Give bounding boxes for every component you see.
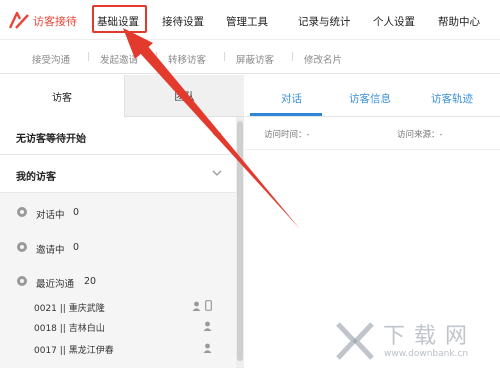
status-label: 邀请中 — [36, 245, 65, 256]
status-count: 0 — [73, 242, 80, 253]
chat-panel-tabs: 对话 访客信息 访客轨迹 — [245, 75, 500, 117]
status-chatting[interactable]: 对话中 0 — [0, 198, 236, 228]
highlight-box — [92, 5, 147, 33]
nav-personal-settings[interactable]: 个人设置 — [373, 14, 415, 29]
action-toolbar: 接受沟通 | 发起邀请 | 转移访客 | 屏蔽访客 | 修改名片 — [0, 40, 500, 74]
my-visitors-section-header[interactable]: 我的访客 — [0, 155, 236, 193]
watermark-logo-icon — [336, 322, 374, 360]
nav-reception-settings[interactable]: 接待设置 — [162, 14, 204, 29]
visitor-panel: 访客 团队 无访客等待开始 我的访客 对话中 0 邀请中 0 最近沟通 20 0… — [0, 75, 244, 368]
tab-conversation[interactable]: 对话 — [281, 91, 302, 106]
watermark-url: www.downbank.cn — [384, 349, 469, 359]
status-recent[interactable]: 最近沟通 20 — [0, 267, 236, 297]
status-inviting[interactable]: 邀请中 0 — [0, 233, 236, 263]
accept-chat-button[interactable]: 接受沟通 — [32, 52, 70, 66]
status-count: 20 — [84, 276, 97, 287]
status-label: 对话中 — [36, 210, 65, 221]
person-icon — [203, 321, 212, 331]
tab-visitors[interactable]: 访客 — [0, 75, 124, 117]
chevron-down-icon — [212, 170, 222, 176]
visitor-list-item[interactable]: 0017 || 黑龙江伊春 — [0, 336, 236, 362]
block-visitor-button[interactable]: 屏蔽访客 — [236, 52, 274, 66]
tab-team[interactable]: 团队 — [124, 75, 244, 117]
watermark-text: 下载网 — [383, 324, 477, 349]
status-label: 最近沟通 — [36, 279, 75, 290]
toolbar-divider: | — [291, 52, 295, 62]
scrollbar-thumb[interactable] — [237, 121, 243, 361]
status-dot-icon — [17, 276, 27, 286]
visitor-label: 0018 || 吉林白山 — [34, 324, 105, 334]
status-count: 0 — [73, 207, 80, 218]
toolbar-divider: | — [223, 52, 227, 62]
visitor-label: 0021 || 重庆武隆 — [34, 304, 105, 314]
my-visitors-title: 我的访客 — [16, 172, 56, 183]
visit-time: 访问时间：- — [264, 130, 310, 140]
visit-info-row: 访问时间：- 访问来源：- — [245, 118, 500, 150]
waiting-section-header[interactable]: 无访客等待开始 — [0, 117, 236, 155]
visitor-label: 0017 || 黑龙江伊春 — [34, 346, 114, 356]
toolbar-divider: | — [87, 52, 91, 62]
status-dot-icon — [17, 207, 27, 217]
send-invite-button[interactable]: 发起邀请 — [100, 52, 138, 66]
brand-label[interactable]: 访客接待 — [33, 13, 77, 29]
transfer-visitor-button[interactable]: 转移访客 — [168, 52, 206, 66]
nav-records-stats[interactable]: 记录与统计 — [298, 14, 351, 29]
visitor-panel-tabs: 访客 团队 — [0, 75, 244, 117]
person-icon — [192, 301, 201, 311]
edit-card-button[interactable]: 修改名片 — [304, 52, 342, 66]
tab-visitor-info[interactable]: 访客信息 — [349, 91, 391, 106]
brand-logo-icon — [8, 11, 29, 29]
nav-help-center[interactable]: 帮助中心 — [438, 14, 480, 29]
status-dot-icon — [17, 242, 27, 252]
mobile-icon — [205, 300, 212, 311]
active-tab-indicator — [250, 113, 322, 116]
toolbar-divider: | — [155, 52, 159, 62]
nav-management-tools[interactable]: 管理工具 — [226, 14, 268, 29]
top-navigation: 访客接待 基础设置 接待设置 管理工具 记录与统计 个人设置 帮助中心 — [0, 0, 500, 40]
chevron-down-icon — [212, 132, 222, 138]
visit-source: 访问来源：- — [397, 130, 443, 140]
tab-visitor-trail[interactable]: 访客轨迹 — [431, 91, 473, 106]
waiting-section-title: 无访客等待开始 — [16, 134, 86, 145]
person-icon — [203, 343, 212, 353]
